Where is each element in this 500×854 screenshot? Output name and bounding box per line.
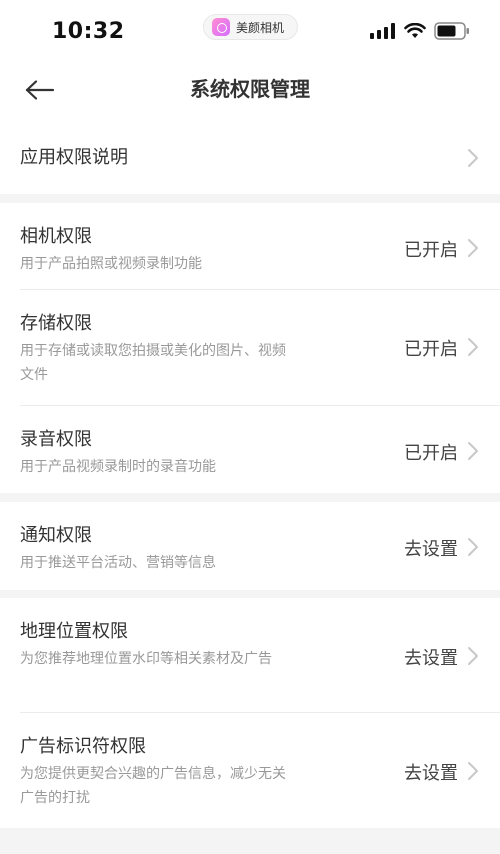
permission-title: 地理位置权限 [20,621,128,642]
chevron-right-icon [468,149,478,167]
permission-title: 录音权限 [20,429,92,450]
row-title: 应用权限说明 [20,147,128,168]
permission-desc: 为您推荐地理位置水印等相关素材及广告 [20,651,272,667]
permission-title: 通知权限 [20,525,92,546]
chevron-right-icon [468,762,478,780]
permission-status: 已开启 [404,443,458,464]
permission-desc: 用于存储或读取您拍摄或美化的图片、视频文件 [20,343,286,383]
status-bar: 10:32 美颜相机 [0,0,500,60]
battery-icon [434,22,469,40]
permission-row-notification[interactable]: 通知权限 用于推送平台活动、营销等信息 去设置 [0,502,500,590]
permission-status: 去设置 [404,648,458,669]
chevron-right-icon [468,647,478,665]
chevron-right-icon [468,442,478,460]
permission-desc: 为您提供更契合兴趣的广告信息，减少无关广告的打扰 [20,766,286,806]
chevron-right-icon [468,338,478,356]
permission-status: 去设置 [404,763,458,784]
permission-row-camera[interactable]: 相机权限 用于产品拍照或视频录制功能 已开启 [0,203,500,290]
permission-status: 已开启 [404,339,458,360]
permissions-section-2: 通知权限 用于推送平台活动、营销等信息 去设置 [0,502,500,590]
permission-desc: 用于产品视频录制时的录音功能 [20,459,216,475]
permission-row-ad-identifier[interactable]: 广告标识符权限 为您提供更契合兴趣的广告信息，减少无关广告的打扰 去设置 [0,713,500,828]
permission-status: 已开启 [404,240,458,261]
app-permission-explanation-row[interactable]: 应用权限说明 [0,122,500,194]
permission-row-audio[interactable]: 录音权限 用于产品视频录制时的录音功能 已开启 [0,406,500,493]
status-time: 10:32 [52,19,125,44]
wifi-icon [404,23,426,38]
permission-title: 广告标识符权限 [20,736,146,757]
intro-section: 应用权限说明 [0,122,500,194]
navigation-bar: 系统权限管理 [0,60,500,122]
chevron-right-icon [468,239,478,257]
permissions-section-3: 地理位置权限 为您推荐地理位置水印等相关素材及广告 去设置 广告标识符权限 为您… [0,598,500,828]
app-indicator-pill[interactable]: 美颜相机 [203,14,298,40]
permission-row-storage[interactable]: 存储权限 用于存储或读取您拍摄或美化的图片、视频文件 已开启 [0,290,500,406]
system-icons [370,22,470,40]
app-indicator-label: 美颜相机 [236,20,285,35]
permissions-section-1: 相机权限 用于产品拍照或视频录制功能 已开启 存储权限 用于存储或读取您拍摄或美… [0,203,500,493]
chevron-right-icon [468,538,478,556]
camera-app-icon [212,18,230,36]
permission-desc: 用于推送平台活动、营销等信息 [20,555,216,571]
permission-title: 存储权限 [20,313,92,334]
permission-status: 去设置 [404,539,458,560]
permission-title: 相机权限 [20,226,92,247]
permission-desc: 用于产品拍照或视频录制功能 [20,256,202,272]
page-title: 系统权限管理 [190,77,310,101]
permission-row-location[interactable]: 地理位置权限 为您推荐地理位置水印等相关素材及广告 去设置 [0,598,500,713]
signal-icon [370,23,395,39]
